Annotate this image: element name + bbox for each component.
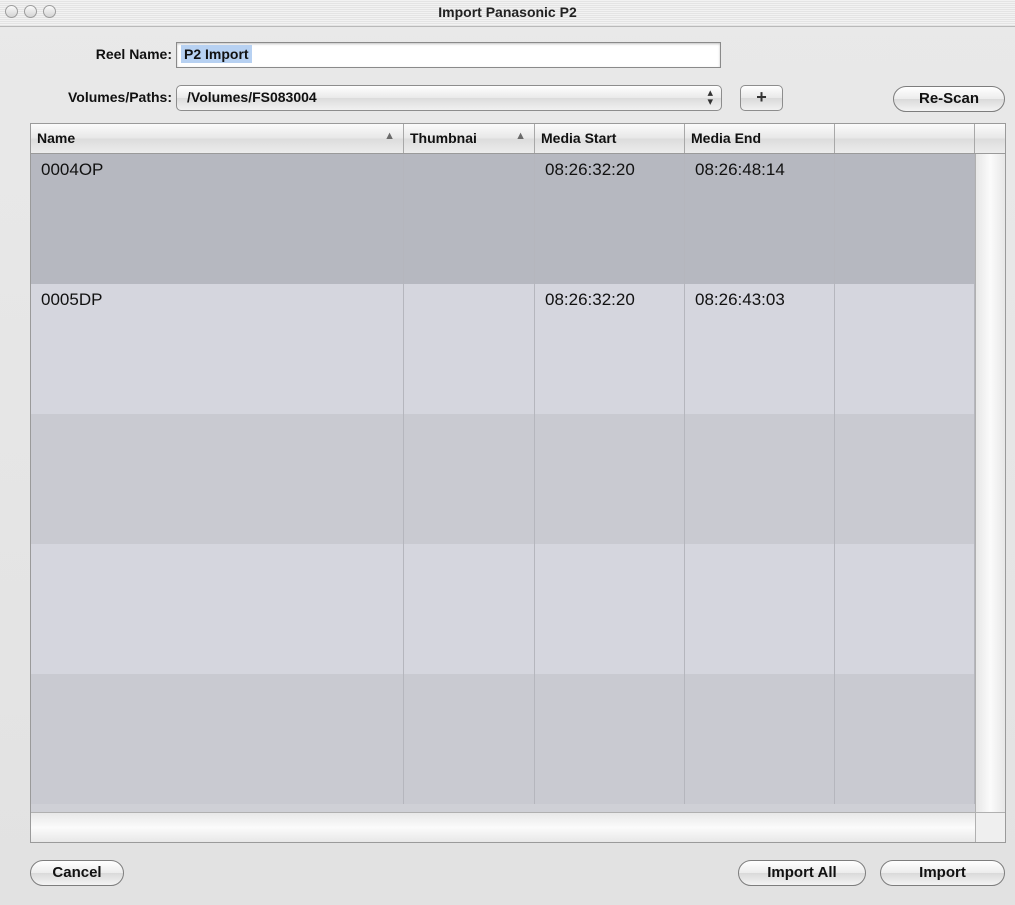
sort-ascending-icon: ▲ — [515, 130, 526, 142]
cell-empty — [835, 154, 975, 284]
cell-empty — [535, 674, 685, 804]
cell-empty — [31, 414, 404, 544]
clip-table: Name ▲ Thumbnai ▲ Media Start Media End … — [30, 123, 1006, 843]
cell-empty — [835, 284, 975, 414]
import-all-button[interactable]: Import All — [738, 860, 866, 886]
cell-media-start: 08:26:32:20 — [535, 154, 685, 284]
import-dialog-window: Import Panasonic P2 Reel Name: P2 Import… — [0, 0, 1015, 905]
cell-empty — [404, 544, 535, 674]
column-header-thumbnail[interactable]: Thumbnai ▲ — [404, 124, 535, 153]
volumes-paths-label: Volumes/Paths: — [68, 89, 172, 105]
cell-empty — [835, 544, 975, 674]
cell-empty — [535, 544, 685, 674]
table-row-selected[interactable]: 0004OP 08:26:32:20 08:26:48:14 — [31, 154, 975, 284]
title-bar[interactable]: Import Panasonic P2 — [0, 0, 1015, 27]
cell-thumbnail — [404, 154, 535, 284]
table-row[interactable]: 0005DP 08:26:32:20 08:26:43:03 — [31, 284, 975, 414]
column-header-media-start[interactable]: Media Start — [535, 124, 685, 153]
cell-empty — [835, 414, 975, 544]
cell-empty — [685, 544, 835, 674]
volumes-paths-popup[interactable]: /Volumes/FS083004 ▴ ▾ — [176, 85, 722, 111]
table-row-empty — [31, 674, 975, 804]
cell-empty — [31, 674, 404, 804]
cell-empty — [685, 674, 835, 804]
column-header-name[interactable]: Name ▲ — [31, 124, 404, 153]
cancel-button[interactable]: Cancel — [30, 860, 124, 886]
window-title: Import Panasonic P2 — [438, 4, 577, 20]
cell-media-end: 08:26:43:03 — [685, 284, 835, 414]
table-row-empty — [31, 544, 975, 674]
cell-empty — [685, 414, 835, 544]
cell-empty — [404, 674, 535, 804]
reel-name-input[interactable]: P2 Import — [176, 42, 721, 68]
column-header-media-end[interactable]: Media End — [685, 124, 835, 153]
column-header-empty[interactable] — [835, 124, 975, 153]
cell-empty — [835, 674, 975, 804]
cell-thumbnail — [404, 284, 535, 414]
rescan-button[interactable]: Re-Scan — [893, 86, 1005, 112]
add-path-button[interactable]: + — [740, 85, 783, 111]
table-header: Name ▲ Thumbnai ▲ Media Start Media End — [31, 124, 1005, 154]
vertical-scrollbar[interactable] — [975, 154, 1005, 812]
cell-media-start: 08:26:32:20 — [535, 284, 685, 414]
cell-name: 0005DP — [31, 284, 404, 414]
table-row-empty — [31, 414, 975, 544]
import-button[interactable]: Import — [880, 860, 1005, 886]
sort-ascending-icon: ▲ — [384, 130, 395, 142]
horizontal-scrollbar[interactable] — [31, 812, 975, 842]
cell-empty — [535, 414, 685, 544]
cell-media-end: 08:26:48:14 — [685, 154, 835, 284]
volumes-paths-value: /Volumes/FS083004 — [187, 89, 317, 105]
reel-name-label: Reel Name: — [95, 46, 172, 62]
scrollbar-corner — [975, 812, 1005, 842]
cell-empty — [31, 544, 404, 674]
cell-empty — [404, 414, 535, 544]
reel-name-value: P2 Import — [181, 45, 252, 63]
popup-arrows-icon: ▴ ▾ — [707, 87, 713, 108]
cell-name: 0004OP — [31, 154, 404, 284]
